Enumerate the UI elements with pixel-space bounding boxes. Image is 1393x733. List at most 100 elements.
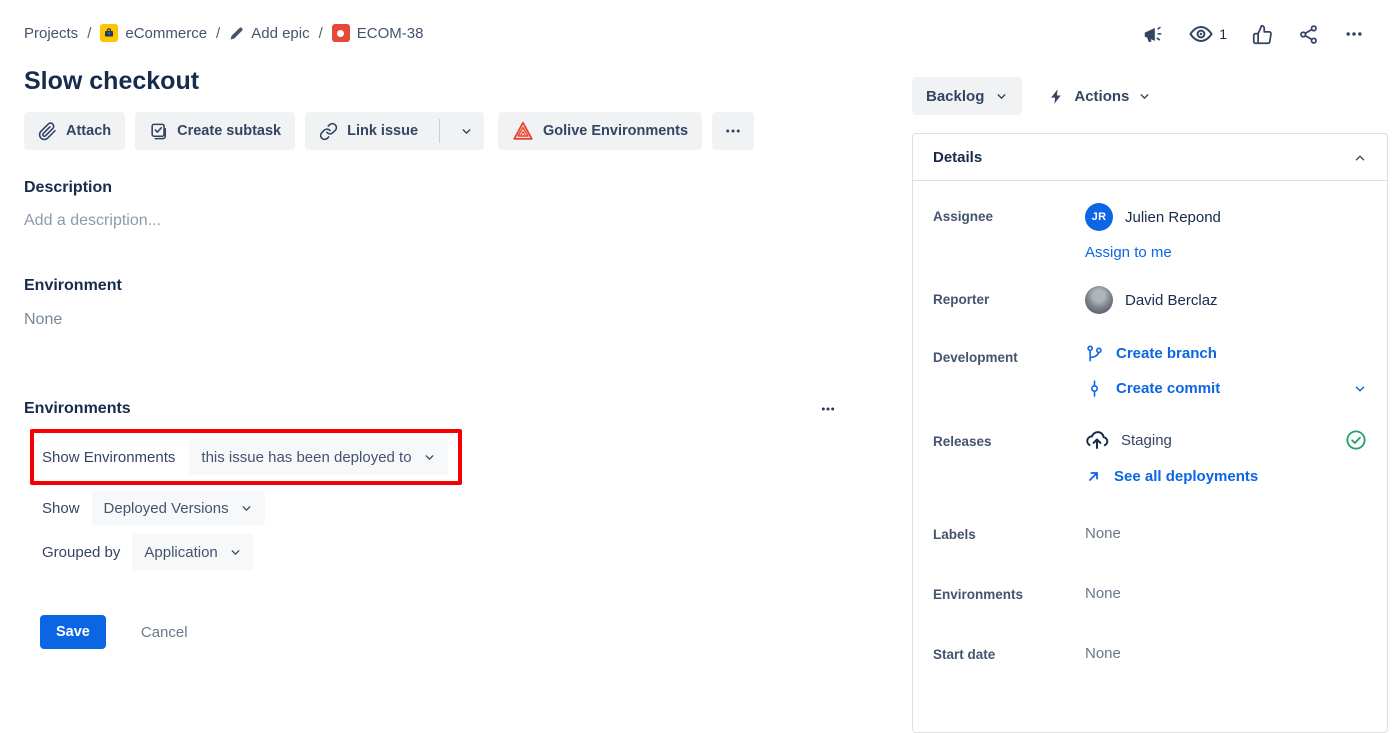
link-icon [319,122,338,141]
like-button[interactable] [1252,24,1273,45]
highlighted-region: Show Environments this issue has been de… [30,429,462,485]
cloud-upload-icon [1085,428,1109,452]
share-button[interactable] [1298,24,1319,45]
golive-environments-label: Golive Environments [543,123,688,139]
labels-field: Labels None [933,521,1367,542]
ellipsis-icon [724,122,742,140]
description-placeholder[interactable]: Add a description... [24,212,836,230]
breadcrumb-issue-key: ECOM-38 [357,25,424,42]
deployment-status [1345,429,1367,451]
chevron-down-icon [1138,90,1151,103]
link-issue-chevron-button[interactable] [449,112,484,150]
show-label: Show [42,500,80,517]
grouped-by-label: Grouped by [42,544,120,561]
create-commit-link[interactable]: Create commit [1116,380,1220,397]
assignee-field: Assignee JR Julien Repond Assign to me [933,203,1367,261]
feedback-button[interactable] [1142,23,1164,45]
reporter-name: David Berclaz [1125,292,1218,309]
git-commit-icon [1085,379,1104,398]
reporter-label: Reporter [933,286,1085,314]
show-value: Deployed Versions [104,500,229,517]
attach-button[interactable]: Attach [24,112,125,150]
golive-triangle-icon [512,120,534,142]
more-actions-button[interactable] [1344,24,1364,44]
lightning-icon [1048,88,1065,105]
labels-value[interactable]: None [1085,521,1367,542]
environments-more-button[interactable] [820,401,836,417]
status-dropdown[interactable]: Backlog [912,77,1022,115]
megaphone-icon [1142,23,1164,45]
save-button[interactable]: Save [40,615,106,649]
actions-label: Actions [1074,88,1129,105]
create-subtask-button[interactable]: Create subtask [135,112,295,150]
breadcrumb-separator: / [87,25,91,42]
cancel-button[interactable]: Cancel [141,624,188,641]
link-issue-label: Link issue [347,123,418,139]
chevron-down-icon [460,125,473,138]
labels-label: Labels [933,521,1085,542]
breadcrumb-separator: / [319,25,323,42]
subtask-icon [149,122,168,141]
reporter-value[interactable]: David Berclaz [1085,286,1367,314]
pencil-icon [229,26,244,41]
bug-icon [332,24,350,42]
breadcrumb-project-label: eCommerce [125,25,207,42]
grouped-by-dropdown[interactable]: Application [132,534,253,570]
development-label: Development [933,344,1085,398]
assignee-label: Assignee [933,203,1085,261]
watch-button[interactable]: 1 [1189,22,1227,46]
create-branch-link[interactable]: Create branch [1116,345,1217,362]
breadcrumb-project[interactable]: eCommerce [100,24,207,42]
link-issue-button[interactable]: Link issue [305,112,430,150]
project-icon [100,24,118,42]
release-environment-name[interactable]: Staging [1121,432,1172,449]
chevron-down-icon [1353,382,1367,396]
show-environments-dropdown[interactable]: this issue has been deployed to [189,439,447,475]
details-collapse-button[interactable] [1353,151,1367,165]
link-issue-split-button: Link issue [305,112,484,150]
assign-to-me-link[interactable]: Assign to me [1085,244,1172,261]
ellipsis-icon [820,401,836,417]
chevron-up-icon [1353,151,1367,165]
see-all-deployments-link[interactable]: See all deployments [1114,468,1258,485]
releases-label: Releases [933,428,1085,485]
grouped-by-value: Application [144,544,217,561]
chevron-down-icon [240,502,253,515]
development-expand-button[interactable] [1353,382,1367,396]
environment-value[interactable]: None [24,311,836,329]
breadcrumb-projects[interactable]: Projects [24,25,78,42]
actions-dropdown[interactable]: Actions [1048,88,1151,105]
git-branch-icon [1085,344,1104,363]
chevron-down-icon [229,546,242,559]
breadcrumb-epic[interactable]: Add epic [229,25,309,42]
create-subtask-label: Create subtask [177,123,281,139]
status-label: Backlog [926,88,984,105]
details-heading: Details [933,149,982,166]
breadcrumb-epic-label: Add epic [251,25,309,42]
start-date-label: Start date [933,641,1085,662]
environments-heading: Environments [24,400,131,418]
start-date-value[interactable]: None [1085,641,1367,662]
reporter-field: Reporter David Berclaz [933,286,1367,314]
releases-field: Releases Staging [933,428,1367,485]
ellipsis-icon [1344,24,1364,44]
reporter-avatar [1085,286,1113,314]
chevron-down-icon [423,451,436,464]
show-environments-value: this issue has been deployed to [201,449,411,466]
assignee-value[interactable]: JR Julien Repond [1085,203,1367,231]
page-title: Slow checkout [24,66,836,96]
golive-environments-button[interactable]: Golive Environments [498,112,702,150]
chevron-down-icon [995,90,1008,103]
assignee-avatar: JR [1085,203,1113,231]
arrow-up-right-icon [1085,468,1102,485]
toolbar-more-button[interactable] [712,112,754,150]
development-field: Development Create branch [933,344,1367,398]
breadcrumb-issue[interactable]: ECOM-38 [332,24,424,42]
eye-icon [1189,22,1213,46]
environments-value[interactable]: None [1085,581,1367,602]
breadcrumb: Projects / eCommerce / Add epic / [24,24,836,42]
breadcrumb-separator: / [216,25,220,42]
show-environments-label: Show Environments [42,449,175,466]
assignee-name: Julien Repond [1125,209,1221,226]
show-dropdown[interactable]: Deployed Versions [92,490,265,526]
